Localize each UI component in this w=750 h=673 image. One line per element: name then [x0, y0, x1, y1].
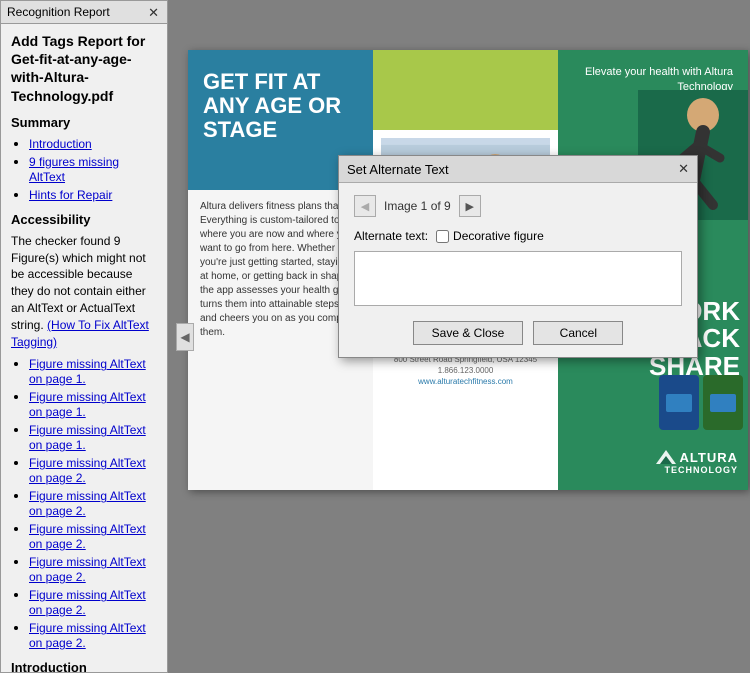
watch-1	[659, 375, 699, 430]
hints-repair-link[interactable]: Hints for Repair	[29, 188, 112, 202]
introduction-link[interactable]: Introduction	[29, 137, 92, 151]
altura-logo-row: ALTURA	[656, 449, 738, 465]
list-item: Figure missing AltText on page 2.	[29, 554, 157, 584]
decorative-checkbox[interactable]	[436, 230, 449, 243]
headline-line1: GET FIT AT ANY AGE OR STAGE	[203, 70, 358, 143]
report-title: Add Tags Report for Get-fit-at-any-age-w…	[11, 32, 157, 105]
panel-close-button[interactable]: ✕	[146, 6, 161, 19]
dialog-buttons: Save & Close Cancel	[354, 321, 682, 345]
fig-link-9[interactable]: Figure missing AltText on page 2.	[29, 621, 146, 650]
image-counter: Image 1 of 9	[384, 199, 451, 213]
fig-link-7[interactable]: Figure missing AltText on page 2.	[29, 555, 146, 584]
dialog-body: ◀ Image 1 of 9 ▶ Alternate text: Decorat…	[339, 183, 697, 357]
summary-heading: Summary	[11, 115, 157, 130]
watch-2	[703, 375, 743, 430]
altura-name: ALTURA	[680, 450, 738, 465]
figures-missing-link[interactable]: 9 figures missing AltText	[29, 155, 119, 184]
list-item: Figure missing AltText on page 2.	[29, 521, 157, 551]
list-item: Hints for Repair	[29, 187, 157, 202]
accessibility-paragraph: The checker found 9 Figure(s) which migh…	[11, 233, 157, 351]
mountain-icon	[656, 449, 676, 465]
watches-area	[659, 375, 743, 430]
panel-titlebar: Recognition Report ✕	[1, 1, 167, 24]
introduction-section-heading: Introduction	[11, 660, 157, 672]
list-item: Figure missing AltText on page 1.	[29, 422, 157, 452]
dialog-title: Set Alternate Text	[347, 162, 449, 177]
fig-link-6[interactable]: Figure missing AltText on page 2.	[29, 522, 146, 551]
list-item: Figure missing AltText on page 2.	[29, 488, 157, 518]
watch-screen-1	[666, 394, 692, 412]
alt-text-input[interactable]	[354, 251, 682, 306]
fig-link-2[interactable]: Figure missing AltText on page 1.	[29, 390, 146, 419]
dialog-close-button[interactable]: ✕	[678, 161, 689, 177]
brochure-body-text: Altura delivers fitness plans that fit. …	[200, 200, 361, 340]
list-item: Figure missing AltText on page 2.	[29, 620, 157, 650]
fig-link-8[interactable]: Figure missing AltText on page 2.	[29, 588, 146, 617]
list-item: Figure missing AltText on page 1.	[29, 389, 157, 419]
next-image-button[interactable]: ▶	[459, 195, 481, 217]
decorative-label[interactable]: Decorative figure	[436, 229, 544, 243]
list-item: Figure missing AltText on page 1.	[29, 356, 157, 386]
fig-link-5[interactable]: Figure missing AltText on page 2.	[29, 489, 146, 518]
brochure-nav-left[interactable]: ◀	[176, 323, 194, 351]
panel-content: Add Tags Report for Get-fit-at-any-age-w…	[1, 24, 167, 672]
accessibility-heading: Accessibility	[11, 212, 157, 227]
list-item: Introduction	[29, 136, 157, 151]
list-item: Figure missing AltText on page 2.	[29, 587, 157, 617]
brochure-green-top	[373, 50, 558, 130]
watch-screen-2	[710, 394, 736, 412]
list-item: 9 figures missing AltText	[29, 154, 157, 184]
fig-link-4[interactable]: Figure missing AltText on page 2.	[29, 456, 146, 485]
dialog-titlebar: Set Alternate Text ✕	[339, 156, 697, 183]
alt-text-label: Alternate text:	[354, 229, 428, 243]
summary-list: Introduction 9 figures missing AltText H…	[11, 136, 157, 202]
panel-title: Recognition Report	[7, 5, 110, 19]
save-close-button[interactable]: Save & Close	[413, 321, 524, 345]
prev-image-button[interactable]: ◀	[354, 195, 376, 217]
alt-text-row: Alternate text: Decorative figure	[354, 229, 682, 243]
set-alternate-text-dialog: Set Alternate Text ✕ ◀ Image 1 of 9 ▶ Al…	[338, 155, 698, 358]
cancel-button[interactable]: Cancel	[533, 321, 623, 345]
brochure-contact: 800 Street Road Springfield, USA 12345 1…	[381, 354, 550, 388]
altura-logo: ALTURA TECHNOLOGY	[656, 449, 738, 475]
fig-link-1[interactable]: Figure missing AltText on page 1.	[29, 357, 146, 386]
main-content-area: ◀ GET FIT AT ANY AGE OR STAGE Altura del…	[168, 0, 750, 673]
dialog-nav-row: ◀ Image 1 of 9 ▶	[354, 195, 682, 217]
recognition-report-panel: Recognition Report ✕ Add Tags Report for…	[0, 0, 168, 673]
figures-list: Figure missing AltText on page 1. Figure…	[11, 356, 157, 650]
fig-link-3[interactable]: Figure missing AltText on page 1.	[29, 423, 146, 452]
technology-label: TECHNOLOGY	[656, 465, 738, 475]
list-item: Figure missing AltText on page 2.	[29, 455, 157, 485]
